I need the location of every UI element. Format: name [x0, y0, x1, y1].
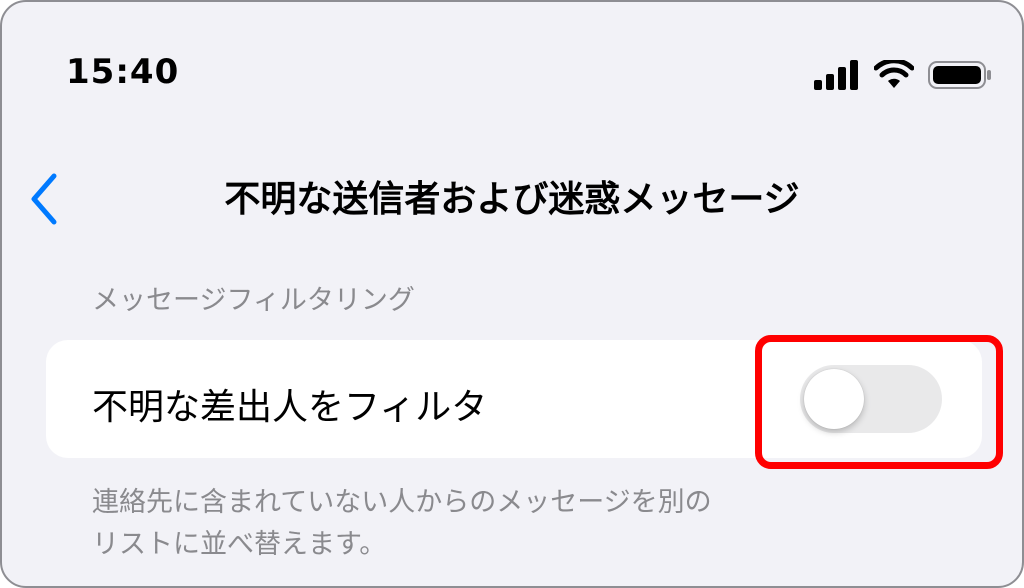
footer-line-1: 連絡先に含まれていない人からのメッセージを別の [92, 487, 712, 518]
filter-unknown-senders-row: 不明な差出人をフィルタ [46, 340, 982, 458]
footer-line-2: リストに並べ替えます。 [92, 529, 387, 560]
cellular-signal-icon [814, 60, 858, 90]
wifi-icon [874, 60, 914, 88]
battery-icon [928, 61, 991, 89]
phone-screen: 15:40 不明な送信者および迷惑メッセージ メッセージフィルタリング 不明な差… [0, 0, 1024, 588]
page-title: 不明な送信者および迷惑メッセージ [224, 179, 800, 220]
section-header: メッセージフィルタリング [92, 285, 415, 316]
toggle-knob [804, 369, 864, 429]
section-footer: 連絡先に含まれていない人からのメッセージを別の リストに並べ替えます。 [92, 482, 712, 566]
status-icons [814, 60, 992, 90]
status-time: 15:40 [66, 52, 180, 92]
filter-unknown-senders-label: 不明な差出人をフィルタ [92, 387, 488, 428]
filter-unknown-senders-toggle[interactable] [800, 365, 942, 433]
